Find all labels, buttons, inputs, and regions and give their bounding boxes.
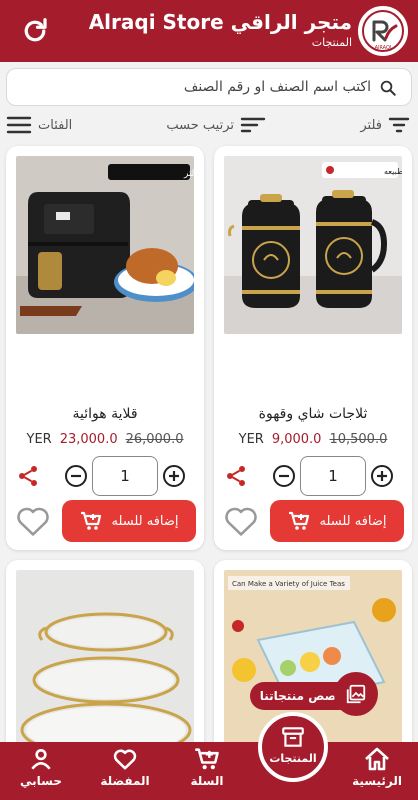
share-icon[interactable] [224,464,248,488]
product-title: قلاية هوائية [72,406,138,422]
nav-favorites-label: المفضلة [100,774,150,788]
add-to-cart-label: إضافه للسله [319,513,387,529]
store-logo: AlRAQI [358,6,408,56]
plus-icon[interactable] [162,464,186,488]
share-icon[interactable] [16,464,40,488]
nav-favorites[interactable]: المفضلة [90,746,160,788]
add-to-cart-button[interactable]: إضافه للسله [270,500,404,542]
nav-home-label: الرئيسية [352,774,402,788]
product-badge: Can Make a Variety of Juice Teas [232,580,345,588]
product-image[interactable]: قلاية كهربائية 6 لتر [16,156,194,334]
cart-plus-icon [81,511,102,530]
original-price: 26,000.0 [125,432,184,447]
user-icon [31,749,51,770]
product-badge: صوره على الطبيعه [384,167,402,176]
product-photo [16,570,194,760]
product-photo: صوره على الطبيعه [224,156,402,334]
filter-label: فلتر [360,117,382,133]
filter-button[interactable]: فلتر [360,116,410,134]
product-badge: قلاية كهربائية 6 لتر [183,169,194,179]
plus-icon[interactable] [370,464,394,488]
bottom-navigation: الرئيسية السلة المفضلة حسابي [0,742,418,800]
add-to-cart-label: إضافه للسله [111,513,179,529]
nav-cart[interactable]: السلة [172,746,242,788]
cart-icon [195,748,219,770]
cart-plus-icon [289,511,310,530]
product-image[interactable]: صوره على الطبيعه [224,156,402,334]
search-icon[interactable] [379,79,397,97]
quantity-stepper [6,456,204,496]
currency: YER [238,432,264,447]
heart-icon[interactable] [222,502,260,540]
sale-price: 9,000.0 [271,432,322,447]
sort-icon [240,117,266,133]
search-input[interactable] [19,69,371,105]
minus-icon[interactable] [272,464,296,488]
heart-icon[interactable] [14,502,52,540]
add-row: إضافه للسله [214,500,412,542]
nav-products[interactable]: المنتجات [258,712,328,782]
add-row: إضافه للسله [6,500,204,542]
original-price: 10,500.0 [329,432,388,447]
nav-products-label: المنتجات [269,752,317,765]
logo-text: AlRAQI [375,45,392,51]
nav-home[interactable]: الرئيسية [342,746,412,788]
product-card[interactable] [6,560,204,760]
product-photo: قلاية كهربائية 6 لتر [16,156,194,334]
store-name: Alraqi Store متجر الراقي [88,10,352,34]
sort-label: ترتيب حسب [166,117,234,133]
product-card[interactable]: قلاية كهربائية 6 لتر قلاية هوائية YER 23… [6,146,204,550]
product-title: ثلاجات شاي وقهوة [258,406,368,422]
menu-icon [6,116,32,134]
gallery-icon [334,672,378,716]
quantity-input[interactable] [92,456,158,496]
app-header: Alraqi Store متجر الراقي المنتجات AlRAQI [0,0,418,62]
logo-mark: AlRAQI [362,10,404,52]
price-row: YER 23,000.0 26,000.0 [14,432,196,447]
add-to-cart-button[interactable]: إضافه للسله [62,500,196,542]
nav-account[interactable]: حسابي [6,746,76,788]
filter-icon [388,117,410,133]
price-row: YER 9,000.0 10,500.0 [222,432,404,447]
quantity-input[interactable] [300,456,366,496]
currency: YER [26,432,52,447]
nav-account-label: حسابي [19,774,62,788]
heart-icon [113,749,137,770]
search-bar[interactable] [6,68,412,106]
list-toolbar: فلتر ترتيب حسب الفئات [0,114,418,142]
refresh-icon[interactable] [20,16,50,46]
sort-button[interactable]: ترتيب حسب [166,116,266,134]
minus-icon[interactable] [64,464,88,488]
archive-box-icon [282,727,304,747]
store-brand: Alraqi Store متجر الراقي المنتجات [89,10,352,49]
sale-price: 23,000.0 [59,432,118,447]
product-stories-button[interactable]: قصص منتجاتنا [250,672,380,716]
home-icon [365,747,389,771]
nav-cart-label: السلة [190,774,224,788]
product-card[interactable]: صوره على الطبيعه ثلاجات شاي وقهوة YER 9,… [214,146,412,550]
product-image[interactable] [16,570,194,760]
quantity-stepper [214,456,412,496]
categories-button[interactable]: الفئات [6,116,72,134]
categories-label: الفئات [38,117,73,133]
page-subtitle: المنتجات [311,36,352,49]
